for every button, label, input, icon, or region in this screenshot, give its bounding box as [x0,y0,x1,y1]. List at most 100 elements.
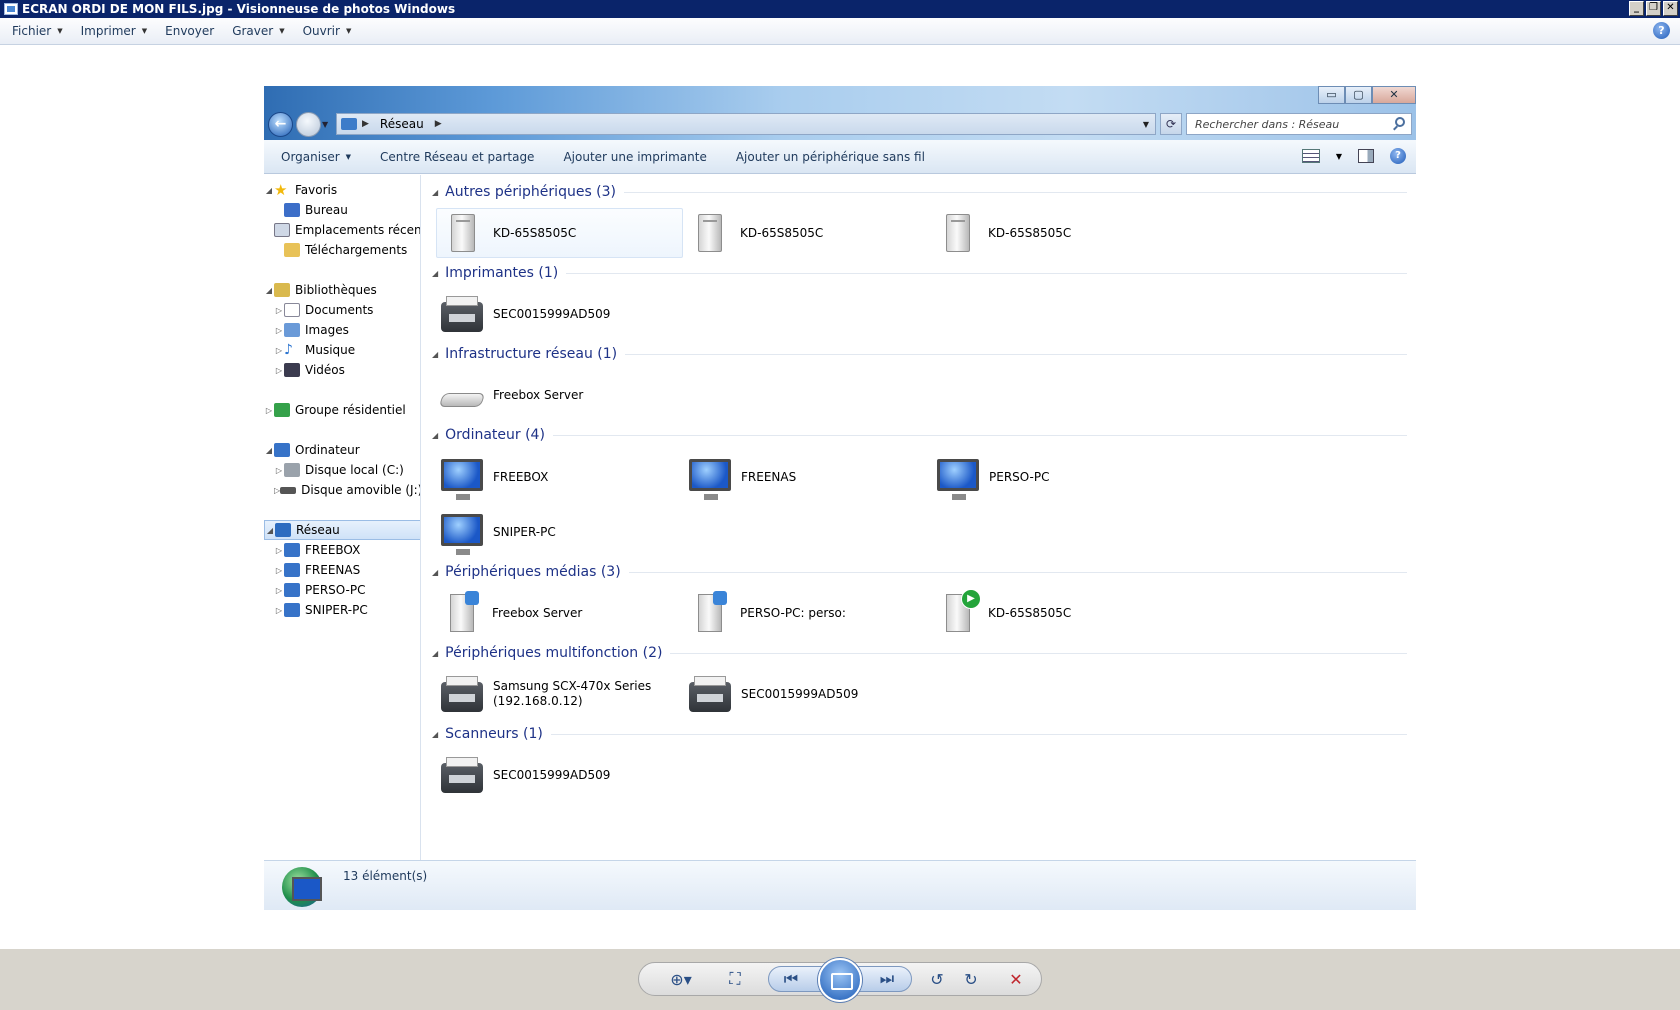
group-title: Imprimantes (1) [445,265,559,281]
multifunction-printer-icon [441,676,483,712]
collapse-arrow-icon: ◢ [432,430,439,440]
history-dropdown-icon: ▼ [322,120,329,129]
expanded-arrow-icon: ◢ [265,185,273,195]
collapsed-arrow-icon: ▷ [275,465,283,475]
device-tile: PERSO-PC [932,452,1179,502]
add-wireless-command: Ajouter un périphérique sans fil [735,149,925,164]
menu-graver[interactable]: Graver ▼ [232,24,284,38]
nav-network-freenas: ▷ FREENAS [264,560,420,580]
rotate-left-icon[interactable]: ↺ [925,967,949,991]
network-center-command: Centre Réseau et partage [380,149,535,164]
menu-label: Imprimer [80,24,136,38]
refresh-icon: ⟳ [1160,113,1182,135]
nav-music: ▷ ♪ Musique [264,340,420,360]
device-label: KD-65S8505C [740,225,824,240]
nav-label: Documents [305,303,374,317]
network-icon [275,523,291,537]
close-icon: ✕ [1372,86,1416,104]
menu-label: Fichier [12,24,52,38]
collapsed-arrow-icon: ▷ [275,305,283,315]
breadcrumb: Réseau [379,117,424,131]
nav-label: Musique [305,343,356,357]
explorer-status-bar: 13 élément(s) [264,860,1416,910]
actual-size-icon[interactable]: ⛶ [722,967,748,991]
collapse-arrow-icon: ◢ [432,567,439,577]
collapse-arrow-icon: ◢ [432,349,439,359]
collapsed-arrow-icon: ▷ [275,365,283,375]
videos-icon [284,363,300,377]
photo-viewer-icon [4,3,18,15]
organize-label: Organiser [281,149,340,164]
device-label: SNIPER-PC [493,524,556,539]
minimize-icon: ▭ [1318,86,1345,104]
navigation-pane: ◢ ★ Favoris Bureau Emplacements récents Té… [264,175,421,860]
nav-downloads: Téléchargements [264,240,420,260]
nav-label: Réseau [296,523,340,537]
device-label: FREENAS [741,469,797,484]
computer-monitor-icon [689,459,731,500]
computer-icon [274,443,290,457]
device-tile: KD-65S8505C [436,208,683,258]
device-tile: PERSO-PC: perso: [684,588,931,638]
group-title: Périphériques multifonction (2) [445,645,663,661]
delete-icon[interactable]: ✕ [1004,967,1028,991]
device-tile: KD-65S8505C [932,208,1179,258]
device-tower-icon [451,214,475,252]
menu-label: Envoyer [165,24,215,38]
collapsed-arrow-icon: ▷ [275,345,283,355]
group-header-multifunction: ◢ Périphériques multifonction (2) [432,645,1407,661]
expanded-arrow-icon: ◢ [265,445,273,455]
next-icon[interactable]: ⏭ [874,967,900,991]
nav-network: ◢ Réseau [264,520,420,540]
help-icon[interactable]: ? [1653,22,1670,39]
nav-images: ▷ Images [264,320,420,340]
menu-fichier[interactable]: Fichier ▼ [12,24,63,38]
close-button[interactable]: ✕ [1663,1,1678,16]
restore-button[interactable]: ❐ [1646,1,1661,16]
group-header-computers: ◢ Ordinateur (4) [432,427,1407,443]
viewer-window-controls: _ ❐ ✕ [1629,1,1678,16]
group-header-media: ◢ Périphériques médias (3) [432,564,1407,580]
chevron-down-icon: ▼ [141,27,148,35]
nav-label: SNIPER-PC [305,603,368,617]
menu-label: Graver [232,24,274,38]
printer-icon [441,296,483,332]
collapsed-arrow-icon: ▷ [275,565,283,575]
rotate-right-icon[interactable]: ↻ [959,967,983,991]
homegroup-icon [274,403,290,417]
chevron-down-icon: ▼ [345,152,352,161]
network-content: ◢ Autres périphériques (3) KD-65S8505C KD… [422,175,1416,860]
group-header-infrastructure: ◢ Infrastructure réseau (1) [432,346,1407,362]
device-label: PERSO-PC: perso: [740,605,846,620]
zoom-icon[interactable]: ⊕▾ [664,967,698,991]
minimize-button[interactable]: _ [1629,1,1644,16]
media-player-icon [946,589,981,632]
search-box [1186,113,1412,135]
device-label: KD-65S8505C [493,225,577,240]
libraries-icon [274,283,290,297]
device-label: PERSO-PC [989,469,1050,484]
chevron-down-icon: ▼ [57,27,63,35]
address-dropdown-icon: ▼ [1142,119,1149,129]
device-tile: KD-65S8505C [684,208,931,258]
menu-imprimer[interactable]: Imprimer ▼ [81,24,148,38]
device-label: FREEBOX [493,469,549,484]
device-ip: (192.168.0.12) [493,694,583,708]
change-view-icon [1301,149,1320,163]
chevron-down-icon: ▼ [279,27,285,35]
hard-drive-icon [284,463,300,477]
device-label: SEC0015999AD509 [741,686,859,701]
device-label: Samsung SCX-470x Series (192.168.0.12) [493,679,651,709]
slideshow-button[interactable] [818,958,862,1002]
computer-icon [284,563,300,577]
menu-envoyer[interactable]: Envoyer [165,24,214,38]
nav-label: Groupe résidentiel [295,403,406,417]
item-count: 13 élément(s) [343,869,428,883]
previous-icon[interactable]: ⏮ [778,967,804,991]
search-icon [1395,117,1405,127]
forward-arrow-icon [296,112,321,137]
nav-favorites: ◢ ★ Favoris [264,180,420,200]
nav-label: Disque amovible (J:) [301,483,421,497]
collapse-arrow-icon: ◢ [432,187,439,197]
menu-ouvrir[interactable]: Ouvrir ▼ [303,24,352,38]
